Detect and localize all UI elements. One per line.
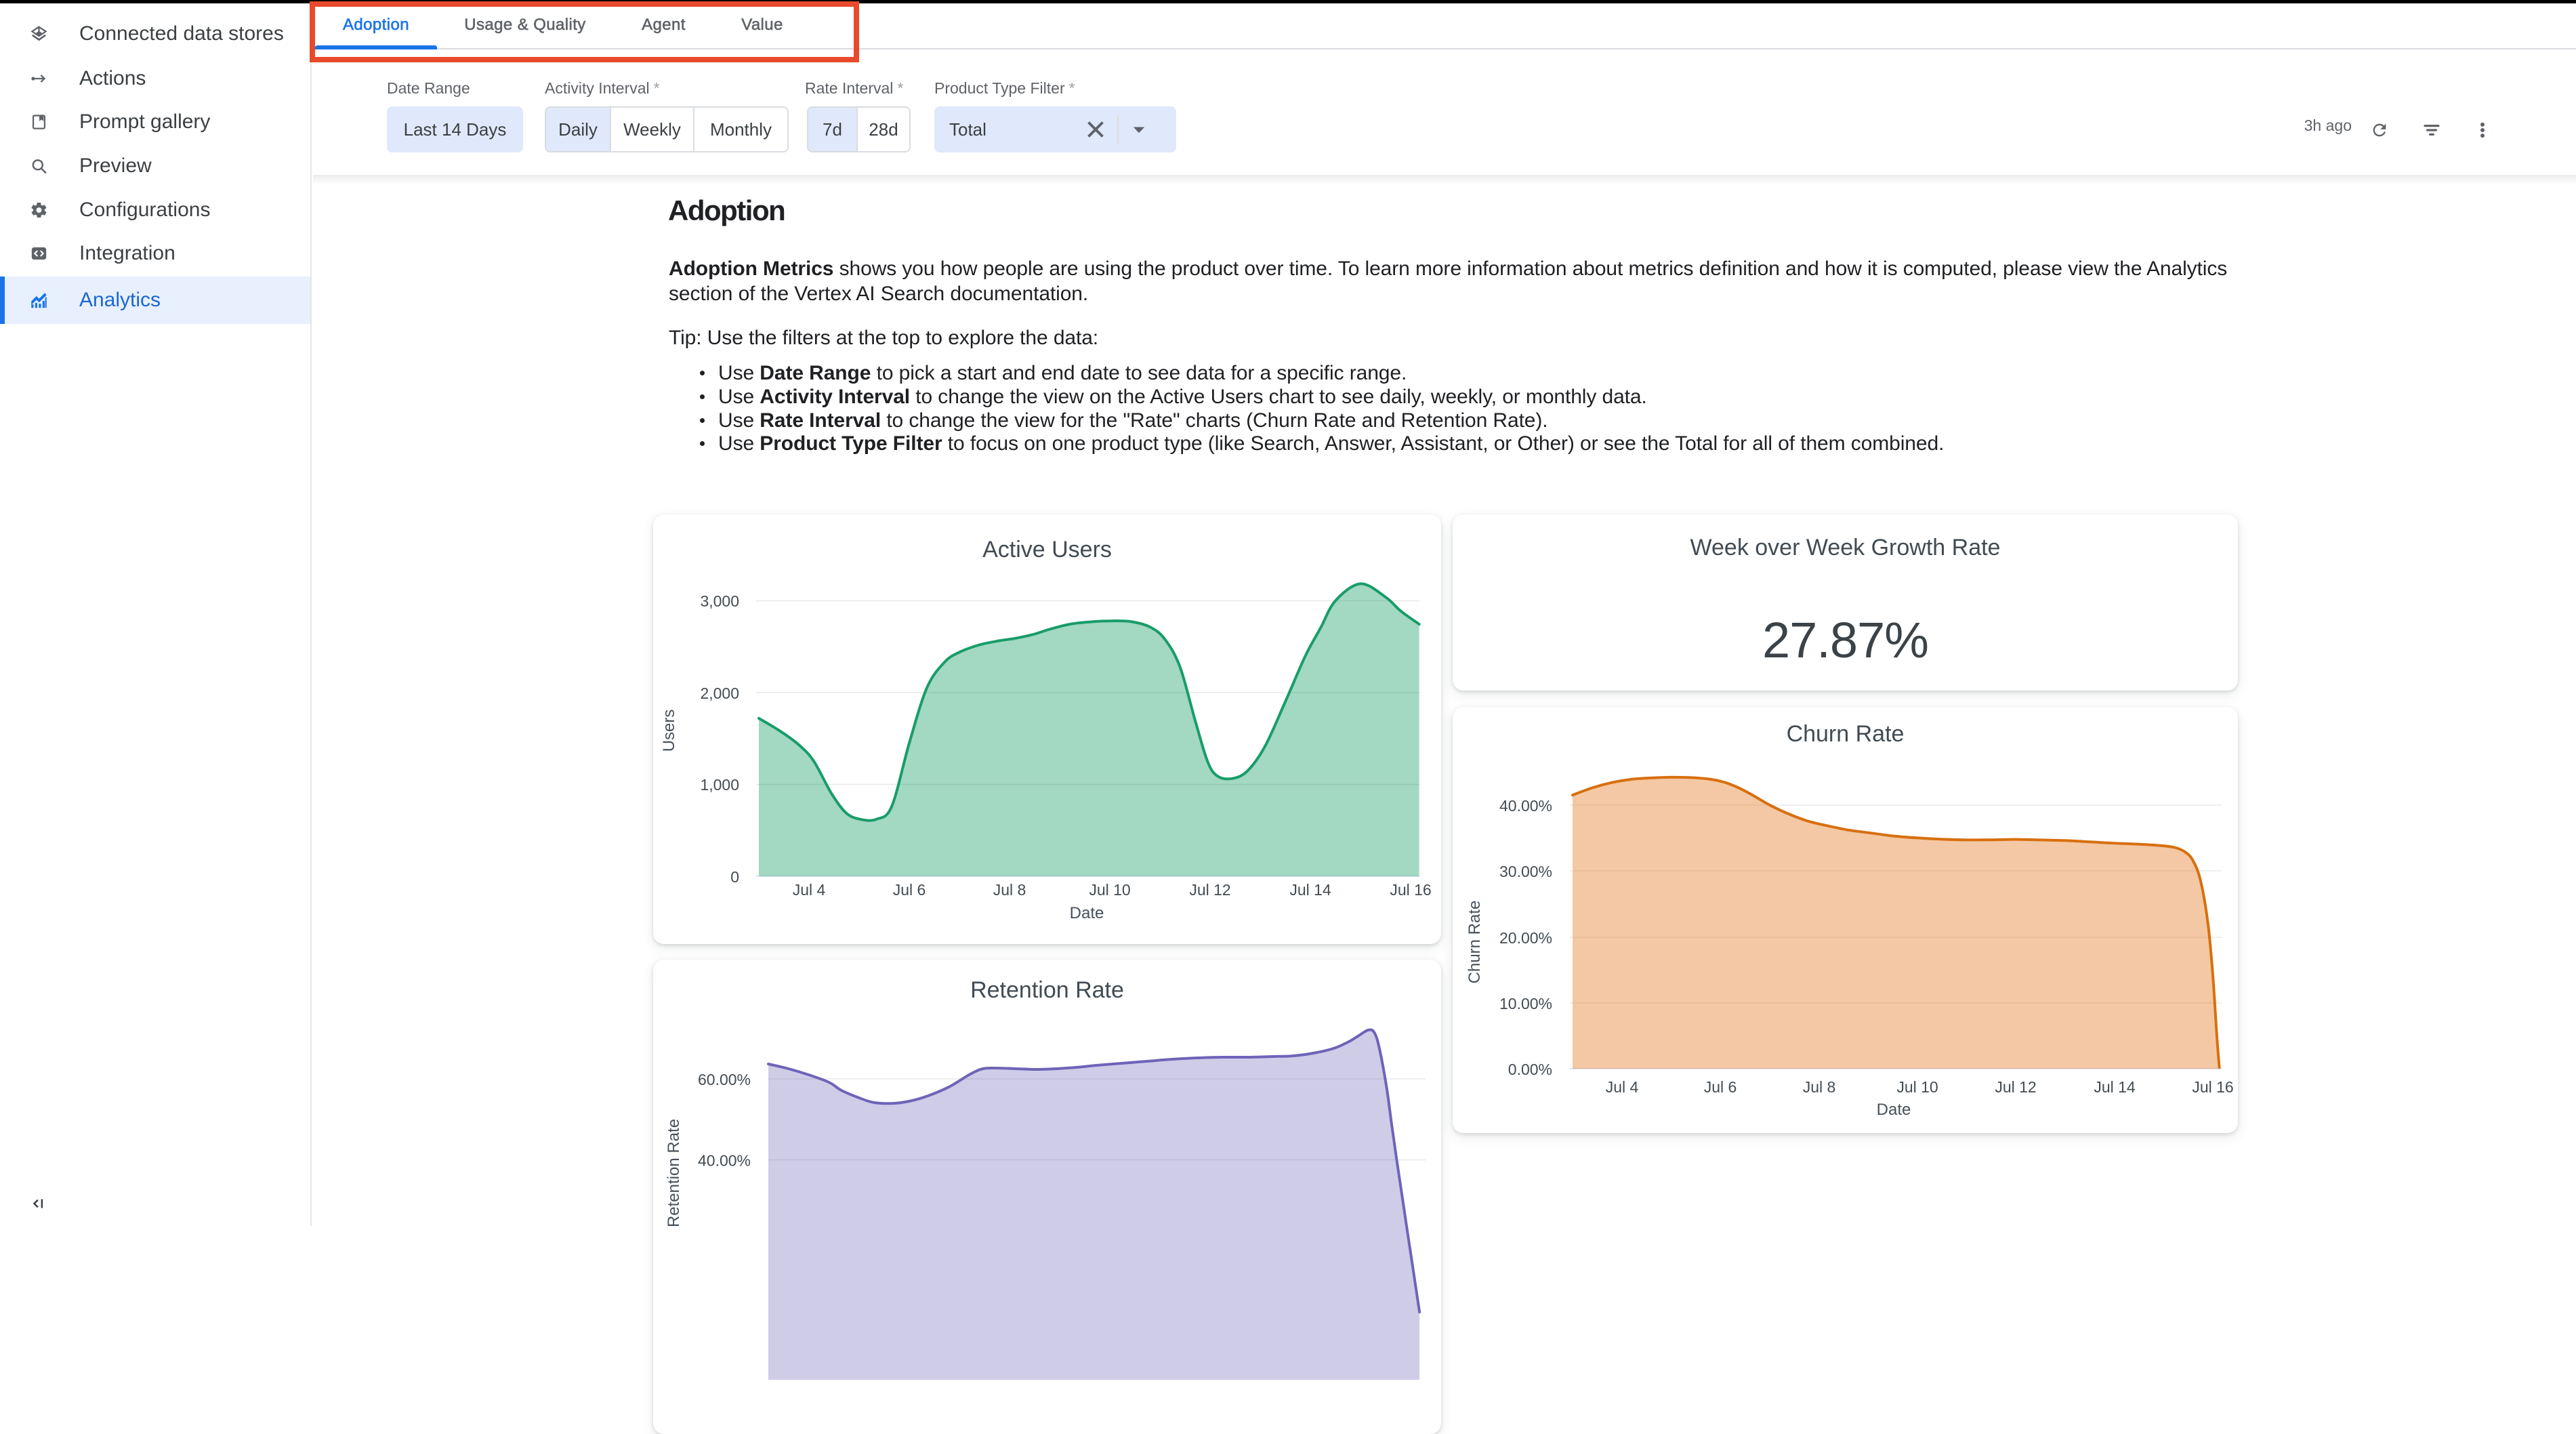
svg-text:Jul 6: Jul 6	[893, 881, 926, 899]
svg-text:40.00%: 40.00%	[698, 1152, 751, 1170]
svg-text:Jul 6: Jul 6	[1704, 1078, 1737, 1096]
svg-text:Jul 12: Jul 12	[1189, 881, 1230, 899]
svg-text:20.00%: 20.00%	[1499, 929, 1552, 947]
svg-text:3,000: 3,000	[700, 592, 739, 610]
svg-text:Jul 14: Jul 14	[2094, 1078, 2136, 1096]
svg-text:Jul 16: Jul 16	[2192, 1078, 2233, 1096]
svg-text:Churn Rate: Churn Rate	[1466, 901, 1484, 984]
svg-text:10.00%: 10.00%	[1499, 995, 1552, 1012]
svg-text:Jul 4: Jul 4	[1606, 1078, 1639, 1096]
svg-text:Jul 8: Jul 8	[1803, 1078, 1836, 1096]
svg-text:40.00%: 40.00%	[1499, 797, 1552, 815]
svg-text:Jul 16: Jul 16	[1390, 881, 1431, 899]
svg-text:Users: Users	[660, 710, 678, 752]
svg-text:Jul 8: Jul 8	[993, 881, 1026, 899]
svg-text:Date: Date	[1877, 1101, 1911, 1119]
svg-text:Date: Date	[1070, 904, 1104, 922]
svg-text:0: 0	[730, 868, 739, 886]
svg-text:Jul 4: Jul 4	[793, 881, 826, 899]
svg-text:30.00%: 30.00%	[1499, 863, 1552, 880]
svg-text:2,000: 2,000	[700, 684, 739, 702]
svg-text:Jul 10: Jul 10	[1896, 1078, 1938, 1096]
svg-text:60.00%: 60.00%	[698, 1071, 751, 1088]
svg-text:Jul 12: Jul 12	[1995, 1078, 2036, 1096]
svg-text:Jul 10: Jul 10	[1089, 881, 1130, 899]
svg-text:1,000: 1,000	[700, 776, 739, 794]
svg-text:Jul 14: Jul 14	[1289, 881, 1331, 899]
svg-text:0.00%: 0.00%	[1508, 1061, 1552, 1078]
svg-text:Retention Rate: Retention Rate	[665, 1119, 683, 1227]
